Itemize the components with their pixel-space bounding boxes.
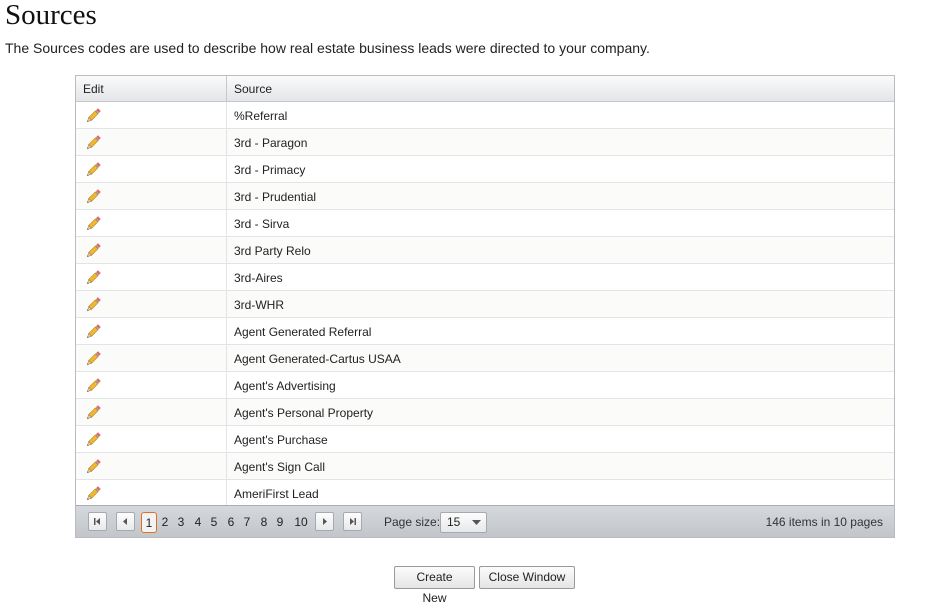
page-size-select[interactable]: 15: [440, 512, 487, 533]
edit-cell: [76, 264, 227, 290]
edit-cell: [76, 453, 227, 479]
table-row[interactable]: Agent's Purchase: [76, 426, 894, 453]
table-row[interactable]: 3rd - Primacy: [76, 156, 894, 183]
edit-cell: [76, 237, 227, 263]
table-row[interactable]: AmeriFirst Lead: [76, 480, 894, 507]
source-cell: Agent Generated-Cartus USAA: [234, 352, 401, 366]
pencil-icon[interactable]: [84, 323, 102, 341]
source-cell: Agent's Advertising: [234, 379, 336, 393]
table-row[interactable]: 3rd - Prudential: [76, 183, 894, 210]
source-cell: Agent Generated Referral: [234, 325, 372, 339]
table-row[interactable]: 3rd Party Relo: [76, 237, 894, 264]
source-cell: 3rd-WHR: [234, 298, 284, 312]
pencil-icon[interactable]: [84, 485, 102, 503]
edit-cell: [76, 183, 227, 209]
edit-cell: [76, 399, 227, 425]
source-cell: 3rd - Prudential: [234, 190, 317, 204]
source-cell: AmeriFirst Lead: [234, 487, 319, 501]
first-page-button[interactable]: [88, 512, 107, 531]
page-number-2[interactable]: 2: [160, 512, 170, 533]
source-cell: Agent's Purchase: [234, 433, 328, 447]
table-row[interactable]: Agent Generated-Cartus USAA: [76, 345, 894, 372]
source-cell: 3rd - Primacy: [234, 163, 306, 177]
table-row[interactable]: Agent's Advertising: [76, 372, 894, 399]
page-description: The Sources codes are used to describe h…: [5, 40, 650, 56]
pencil-icon[interactable]: [84, 107, 102, 125]
page-title: Sources: [5, 0, 97, 31]
pager: 1 2 3 4 5 6 7 8 9 10 Page size: 15 146 items in 1…: [76, 505, 894, 537]
page-size-label: Page size:: [384, 515, 441, 529]
pencil-icon[interactable]: [84, 242, 102, 260]
page-number-9[interactable]: 9: [275, 512, 285, 533]
page-number-7[interactable]: 7: [242, 512, 252, 533]
page-number-10[interactable]: 10: [292, 512, 310, 533]
source-cell: Agent's Sign Call: [234, 460, 326, 474]
pencil-icon[interactable]: [84, 404, 102, 422]
table-row[interactable]: %Referral: [76, 102, 894, 129]
source-cell: %Referral: [234, 109, 288, 123]
source-cell: Agent's Personal Property: [234, 406, 374, 420]
pencil-icon[interactable]: [84, 161, 102, 179]
next-page-button[interactable]: [315, 512, 334, 531]
sources-grid: Edit Source %Referral 3rd - Paragon 3rd - …: [75, 75, 895, 538]
page-size-value: 15: [447, 515, 461, 529]
table-row[interactable]: Agent's Personal Property: [76, 399, 894, 426]
edit-cell: [76, 210, 227, 236]
next-page-icon: [323, 518, 327, 525]
page-number-5[interactable]: 5: [209, 512, 219, 533]
edit-cell: [76, 372, 227, 398]
pencil-icon[interactable]: [84, 458, 102, 476]
edit-cell: [76, 426, 227, 452]
page-number-8[interactable]: 8: [259, 512, 269, 533]
table-row[interactable]: Agent's Sign Call: [76, 453, 894, 480]
first-page-icon: [94, 518, 100, 525]
source-cell: 3rd - Sirva: [234, 217, 290, 231]
edit-cell: [76, 318, 227, 344]
page-number-1[interactable]: 1: [141, 512, 157, 533]
grid-rows: %Referral 3rd - Paragon 3rd - Primacy 3rd -…: [76, 102, 894, 507]
edit-cell: [76, 291, 227, 317]
page-number-6[interactable]: 6: [226, 512, 236, 533]
last-page-icon: [350, 518, 356, 525]
chevron-down-icon: [472, 520, 481, 525]
table-row[interactable]: Agent Generated Referral: [76, 318, 894, 345]
pencil-icon[interactable]: [84, 350, 102, 368]
edit-cell: [76, 102, 227, 128]
last-page-button[interactable]: [343, 512, 362, 531]
table-row[interactable]: 3rd - Sirva: [76, 210, 894, 237]
close-window-button[interactable]: Close Window: [479, 566, 575, 589]
page-number-4[interactable]: 4: [193, 512, 203, 533]
table-row[interactable]: 3rd-WHR: [76, 291, 894, 318]
pencil-icon[interactable]: [84, 377, 102, 395]
page-number-3[interactable]: 3: [176, 512, 186, 533]
prev-page-icon: [123, 518, 127, 525]
edit-cell: [76, 480, 227, 506]
pager-info: 146 items in 10 pages: [765, 515, 883, 529]
source-cell: 3rd - Paragon: [234, 136, 308, 150]
prev-page-button[interactable]: [116, 512, 135, 531]
pencil-icon[interactable]: [84, 296, 102, 314]
column-header-source[interactable]: Source: [227, 76, 894, 101]
edit-cell: [76, 156, 227, 182]
pencil-icon[interactable]: [84, 431, 102, 449]
create-new-button[interactable]: Create New: [394, 566, 475, 605]
edit-cell: [76, 129, 227, 155]
edit-cell: [76, 345, 227, 371]
pencil-icon[interactable]: [84, 134, 102, 152]
pencil-icon[interactable]: [84, 215, 102, 233]
table-row[interactable]: 3rd - Paragon: [76, 129, 894, 156]
pencil-icon[interactable]: [84, 269, 102, 287]
pencil-icon[interactable]: [84, 188, 102, 206]
grid-header: Edit Source: [76, 76, 894, 102]
source-cell: 3rd Party Relo: [234, 244, 311, 258]
source-cell: 3rd-Aires: [234, 271, 283, 285]
column-header-edit[interactable]: Edit: [76, 76, 227, 101]
table-row[interactable]: 3rd-Aires: [76, 264, 894, 291]
